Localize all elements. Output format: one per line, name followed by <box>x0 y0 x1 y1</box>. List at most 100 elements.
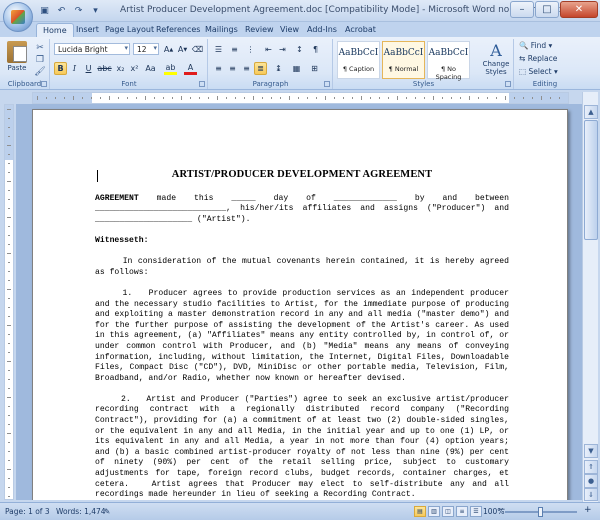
editing-group: 🔍 Find ▾ ⇆ Replace ⬚ Select ▾ Editing <box>515 39 575 89</box>
select-icon: ⬚ <box>519 67 527 76</box>
shrink-font-icon[interactable]: A ▼ <box>176 43 189 56</box>
zoom-slider-knob[interactable] <box>538 507 543 517</box>
ruler-tick <box>7 217 11 218</box>
style-normal[interactable]: AaBbCcI ¶ Normal <box>382 41 425 79</box>
next-page-icon[interactable]: ⇓ <box>584 488 598 501</box>
ruler-tick <box>280 97 281 99</box>
print-layout-icon[interactable]: ▤ <box>414 506 426 517</box>
ruler-tick <box>8 244 10 245</box>
redo-icon[interactable]: ↷ <box>72 4 85 17</box>
ruler-tick <box>8 379 10 380</box>
ruler-tick <box>8 226 10 227</box>
ruler-tick <box>7 289 11 290</box>
find-button[interactable]: 🔍 Find ▾ <box>519 41 552 50</box>
ruler-tick <box>298 97 299 99</box>
multilevel-list-icon[interactable]: ⋮ <box>244 43 257 56</box>
font-color-icon[interactable]: A <box>184 62 197 75</box>
superscript-icon[interactable]: x² <box>128 62 141 75</box>
clear-formatting-icon[interactable]: ⌫ <box>191 43 204 56</box>
document-area[interactable]: ARTIST/PRODUCER DEVELOPMENT AGREEMENT AG… <box>16 104 582 500</box>
ruler-tick <box>8 154 10 155</box>
font-name-combo[interactable]: Lucida Bright <box>54 43 130 55</box>
page-count[interactable]: Page: 1 of 3 <box>5 507 50 516</box>
ruler-tick <box>208 97 209 99</box>
document-body[interactable]: ARTIST/PRODUCER DEVELOPMENT AGREEMENT AG… <box>95 169 509 500</box>
align-center-icon[interactable]: ≡ <box>226 62 239 75</box>
style-no-spacing-sample: AaBbCcI <box>428 48 469 58</box>
ruler-tick <box>8 262 10 263</box>
vertical-scrollbar[interactable]: ▲ ▼ ⇑ ● ⇓ <box>582 92 598 502</box>
save-icon[interactable]: ▣ <box>38 4 51 17</box>
tab-acrobat[interactable]: Acrobat <box>339 23 382 37</box>
italic-icon[interactable]: I <box>68 62 81 75</box>
tab-references[interactable]: References <box>150 23 206 37</box>
align-right-icon[interactable]: ≡ <box>240 62 253 75</box>
ruler-tick <box>8 172 10 173</box>
horizontal-ruler[interactable] <box>32 92 569 104</box>
select-button[interactable]: ⬚ Select ▾ <box>519 67 558 76</box>
proofing-icon[interactable]: ✎ <box>104 507 110 516</box>
font-launcher-icon[interactable] <box>199 81 205 87</box>
zoom-out-icon[interactable]: − <box>498 505 506 515</box>
ruler-tick <box>343 97 344 99</box>
tab-mailings[interactable]: Mailings <box>199 23 244 37</box>
change-case-icon[interactable]: Aa <box>144 62 157 75</box>
zoom-in-icon[interactable]: + <box>584 505 592 515</box>
borders-icon[interactable]: ⊞ <box>308 62 321 75</box>
undo-icon[interactable]: ↶ <box>55 4 68 17</box>
style-caption[interactable]: AaBbCcI ¶ Caption <box>337 41 380 79</box>
sort-icon[interactable]: ↕ <box>293 43 306 56</box>
web-layout-icon[interactable]: ◫ <box>442 506 454 517</box>
agreement-intro-text: made this _____ day of _____________ by … <box>95 193 514 224</box>
ruler-tick <box>8 388 10 389</box>
replace-label: Replace <box>527 54 558 63</box>
change-styles-button[interactable]: A Change Styles <box>481 41 511 81</box>
format-painter-icon[interactable]: 🖌 <box>34 66 46 77</box>
justify-icon[interactable]: ≣ <box>254 62 267 75</box>
styles-launcher-icon[interactable] <box>505 81 511 87</box>
tab-add-ins[interactable]: Add-Ins <box>301 23 343 37</box>
style-no-spacing[interactable]: AaBbCcI ¶ No Spacing <box>427 41 470 81</box>
increase-indent-icon[interactable]: ⇥ <box>276 43 289 56</box>
scrollbar-thumb[interactable] <box>584 120 598 240</box>
office-button[interactable] <box>3 2 33 32</box>
close-button[interactable]: ✕ <box>560 1 598 18</box>
document-page[interactable]: ARTIST/PRODUCER DEVELOPMENT AGREEMENT AG… <box>32 109 568 500</box>
grow-font-icon[interactable]: A ▲ <box>162 43 175 56</box>
word-count[interactable]: Words: 1,474 <box>56 507 106 516</box>
minimize-button[interactable]: – <box>510 1 534 18</box>
paste-button[interactable]: Paste <box>3 41 31 77</box>
underline-icon[interactable]: U <box>82 62 95 75</box>
bullets-icon[interactable]: ☰ <box>212 43 225 56</box>
strikethrough-icon[interactable]: abc <box>97 62 111 75</box>
bold-icon[interactable]: B <box>54 62 67 75</box>
scroll-up-icon[interactable]: ▲ <box>584 105 598 119</box>
draft-icon[interactable]: ☰ <box>470 506 482 517</box>
decrease-indent-icon[interactable]: ⇤ <box>262 43 275 56</box>
vertical-ruler[interactable] <box>4 104 14 500</box>
tab-home[interactable]: Home <box>36 23 74 37</box>
copy-icon[interactable]: ❐ <box>34 54 46 65</box>
maximize-button[interactable]: □ <box>535 1 559 18</box>
customize-icon[interactable]: ▾ <box>89 4 102 17</box>
ruler-tick <box>541 96 542 100</box>
clipboard-launcher-icon[interactable] <box>41 81 47 87</box>
highlight-icon[interactable]: ab <box>164 62 177 75</box>
paragraph-launcher-icon[interactable] <box>324 81 330 87</box>
shading-icon[interactable]: ▦ <box>290 62 303 75</box>
browse-object-icon[interactable]: ● <box>584 474 598 488</box>
ruler-tick <box>262 97 263 99</box>
subscript-icon[interactable]: x₂ <box>114 62 127 75</box>
style-normal-label: ¶ Normal <box>388 65 419 73</box>
replace-button[interactable]: ⇆ Replace <box>519 54 557 63</box>
show-marks-icon[interactable]: ¶ <box>309 43 322 56</box>
align-left-icon[interactable]: ≡ <box>212 62 225 75</box>
scroll-down-icon[interactable]: ▼ <box>584 444 598 458</box>
line-spacing-icon[interactable]: ↨ <box>272 62 285 75</box>
full-screen-reading-icon[interactable]: ▥ <box>428 506 440 517</box>
numbering-icon[interactable]: ≡ <box>228 43 241 56</box>
previous-page-icon[interactable]: ⇑ <box>584 460 598 474</box>
font-size-combo[interactable]: 12 <box>133 43 159 55</box>
cut-icon[interactable]: ✂ <box>34 42 46 53</box>
outline-icon[interactable]: ≡ <box>456 506 468 517</box>
